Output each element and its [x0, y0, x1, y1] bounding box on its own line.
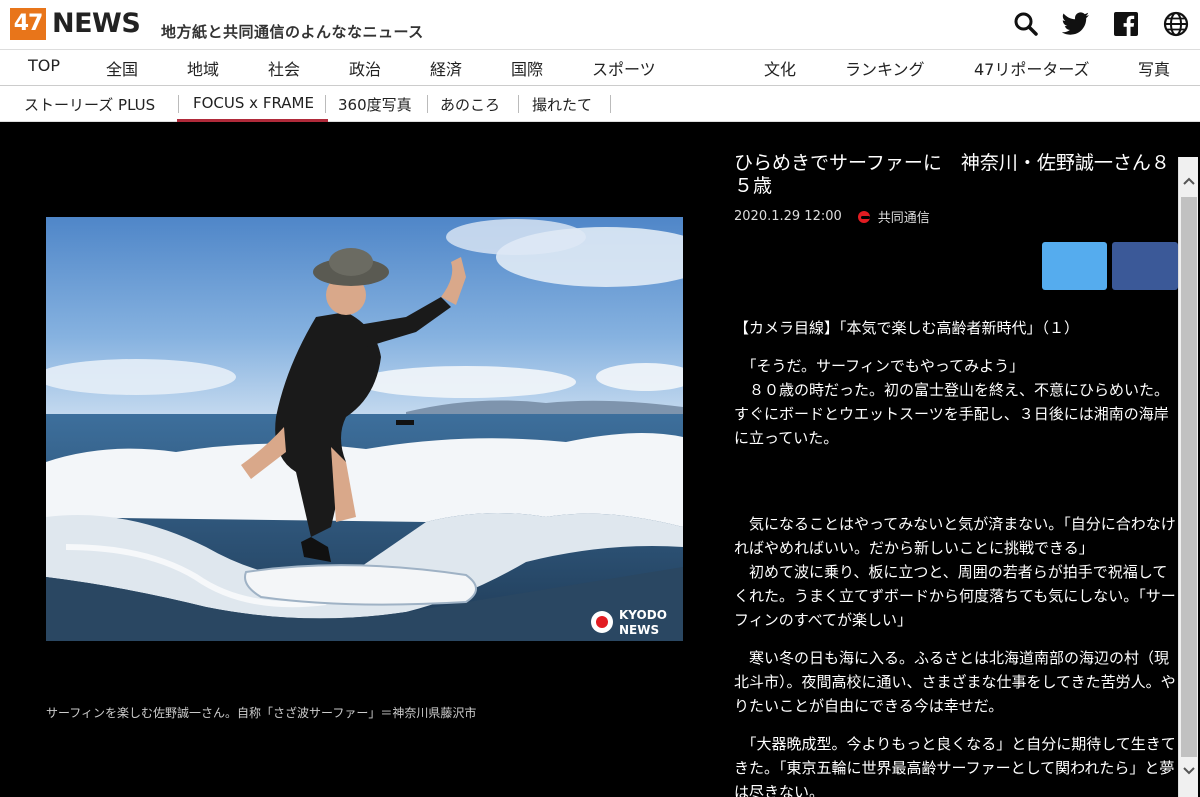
subnav-divider — [518, 95, 519, 113]
nav-item-international[interactable]: 国際 — [511, 56, 543, 80]
article-source-label: 共同通信 — [877, 211, 930, 226]
photo-watermark-news: NEWS — [619, 623, 659, 637]
subnav-divider — [325, 95, 326, 113]
nav-item-ranking[interactable]: ランキング — [845, 56, 925, 80]
subnav-item-stories-plus[interactable]: ストーリーズ PLUS — [24, 94, 155, 115]
sub-nav: ストーリーズ PLUS FOCUS x FRAME 360度写真 あのころ 撮れ… — [0, 86, 1200, 122]
photo-article-content: KYODO NEWS サーフィンを楽しむ佐野誠一さん。自称「さざ波サーファー」＝… — [0, 122, 1200, 797]
subnav-item-toretate[interactable]: 撮れたて — [532, 94, 592, 115]
article-scrollbar[interactable] — [1178, 157, 1198, 797]
article-date: 2020.1.29 12:00 — [734, 209, 842, 224]
nav-item-regional[interactable]: 地域 — [187, 56, 219, 80]
twitter-share-button[interactable] — [1042, 242, 1107, 290]
subnav-item-360-photo[interactable]: 360度写真 — [338, 94, 412, 115]
nav-item-economy[interactable]: 経済 — [430, 56, 462, 80]
subnav-divider — [178, 95, 179, 113]
site-logo[interactable]: 47 NEWS — [10, 7, 141, 40]
surfer-photo[interactable]: KYODO NEWS — [46, 217, 683, 641]
article-paragraph: 「大器晩成型。今よりもっと良くなる」と自分に期待して生きてきた。「東京五輪に世界… — [734, 735, 1176, 797]
subnav-item-anokoro[interactable]: あのころ — [440, 94, 500, 115]
article-body: 【カメラ目線】「本気で楽しむ高齢者新時代」（１） 「そうだ。サーフィンでもやって… — [734, 316, 1176, 797]
scroll-up-icon[interactable] — [1179, 171, 1199, 191]
globe-icon[interactable] — [1162, 10, 1190, 38]
facebook-share-button[interactable] — [1112, 242, 1178, 290]
kyodo-logo-icon — [857, 210, 870, 223]
scrollbar-thumb[interactable] — [1181, 197, 1197, 757]
article-title: ひらめきでサーファーに 神奈川・佐野誠一さん８５歳 — [734, 152, 1170, 197]
photo-watermark-kyodo: KYODO — [619, 608, 667, 622]
article-meta: 2020.1.29 12:00 共同通信 — [734, 207, 1176, 226]
article-paragraph: 気になることはやってみないと気が済まない。「自分に合わなければやめればいい。だか… — [734, 515, 1176, 629]
subnav-divider — [610, 95, 611, 113]
scroll-down-icon[interactable] — [1179, 761, 1199, 781]
header-icons — [1012, 10, 1190, 38]
main-nav: TOP 全国 地域 社会 政治 経済 国際 スポーツ 文化 ランキング 47リポ… — [0, 50, 1200, 90]
article-paragraph: 「そうだ。サーフィンでもやってみよう」 ８０歳の時だった。初の富士登山を終え、不… — [734, 357, 1170, 447]
search-icon[interactable] — [1012, 10, 1040, 38]
logo-text: NEWS — [52, 8, 141, 39]
logo-number: 47 — [10, 7, 46, 40]
site-tagline: 地方紙と共同通信のよんななニュース — [161, 23, 424, 41]
photo-caption: サーフィンを楽しむ佐野誠一さん。自称「さざ波サーファー」＝神奈川県藤沢市 — [46, 706, 477, 720]
nav-item-politics[interactable]: 政治 — [349, 56, 381, 80]
article-lead: 【カメラ目線】「本気で楽しむ高齢者新時代」（１） — [734, 319, 1080, 337]
site-header: 47 NEWS 地方紙と共同通信のよんななニュース — [0, 0, 1200, 50]
article-panel: ひらめきでサーファーに 神奈川・佐野誠一さん８５歳 2020.1.29 12:0… — [734, 152, 1178, 797]
article-paragraph: 寒い冬の日も海に入る。ふるさとは北海道南部の海辺の村（現北斗市）。夜間高校に通い… — [734, 649, 1176, 715]
nav-item-47reporters[interactable]: 47リポーターズ — [974, 56, 1090, 80]
article-source[interactable]: 共同通信 — [857, 207, 930, 226]
nav-item-photo[interactable]: 写真 — [1119, 56, 1189, 90]
nav-item-culture[interactable]: 文化 — [764, 56, 796, 80]
nav-item-national[interactable]: 全国 — [106, 56, 138, 80]
nav-item-sports[interactable]: スポーツ — [592, 56, 656, 80]
twitter-icon[interactable] — [1062, 10, 1090, 38]
subnav-divider — [427, 95, 428, 113]
nav-item-top[interactable]: TOP — [28, 56, 60, 75]
facebook-icon[interactable] — [1112, 10, 1140, 38]
subnav-item-focus-frame[interactable]: FOCUS x FRAME — [177, 94, 328, 122]
nav-item-society[interactable]: 社会 — [268, 56, 300, 80]
